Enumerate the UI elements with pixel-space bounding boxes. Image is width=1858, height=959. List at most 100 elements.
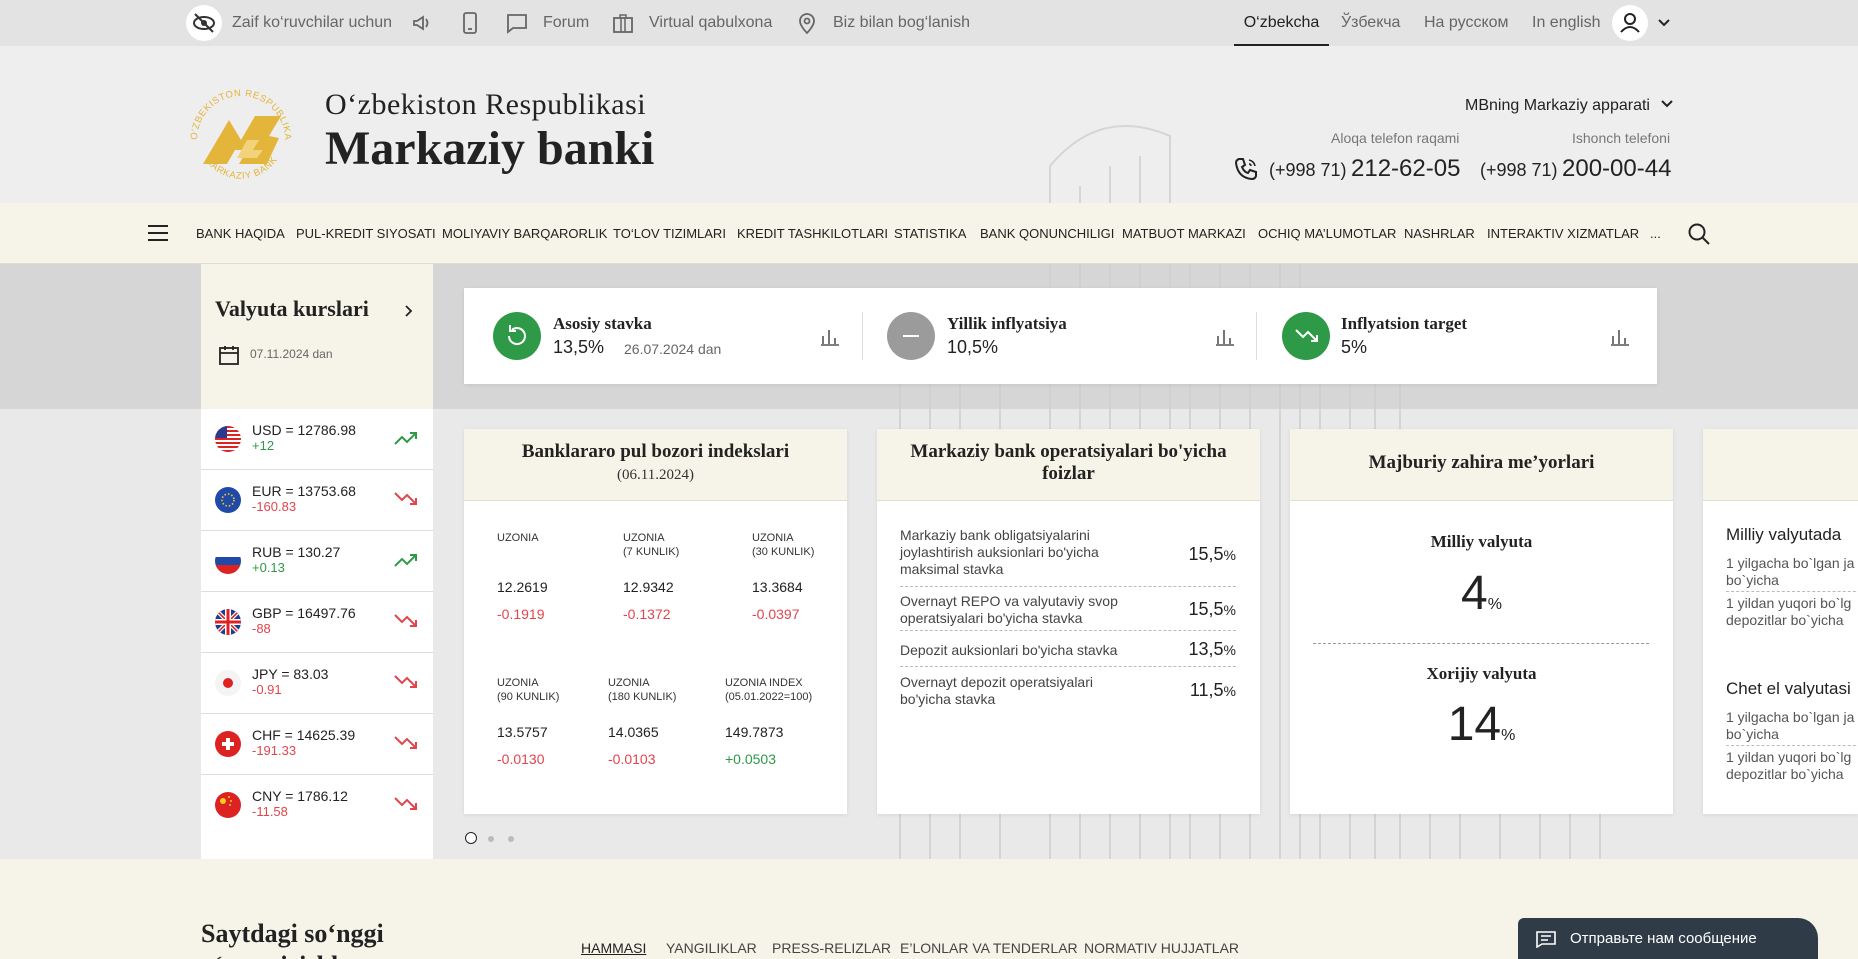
deposit-rates-card[interactable]: Milliy valyutada 1 yilgacha bo`lgan ja b… [1703, 429, 1858, 814]
nav-credit-institutions[interactable]: KREDIT TASHKILOTLARI [737, 203, 888, 264]
nav-publications[interactable]: NASHRLAR [1404, 203, 1475, 264]
chevron-down-icon[interactable] [1656, 15, 1672, 31]
reserve-card[interactable] [1290, 429, 1673, 814]
uzonia-cell-delta: -0.0130 [497, 751, 545, 767]
lang-uz-cyrillic[interactable]: Ўзбекча [1341, 0, 1400, 46]
rate-eur[interactable]: EUR = 13753.68 -160.83 [201, 470, 433, 531]
carousel-dot[interactable] [488, 836, 494, 842]
accessibility-link[interactable]: Zaif ko‘ruvchilar uchun [186, 0, 392, 46]
uzonia-cell-sublabel: (90 KUNLIK) [497, 691, 560, 703]
phone1-number: 212-62-05 [1351, 155, 1461, 182]
bar-chart-icon[interactable] [1610, 326, 1630, 346]
uzonia-cell-sublabel: (180 KUNLIK) [608, 691, 677, 703]
rate-rub[interactable]: RUB = 130.27 +0.13 [201, 531, 433, 592]
operations-row: Overnayt REPO va valyutaviy svop operats… [900, 590, 1236, 631]
partial-row-text: 1 yilgacha bo`lgan ja [1726, 555, 1855, 571]
trend-up-icon [394, 554, 417, 567]
trend-down-icon [394, 675, 417, 688]
mobile-button[interactable] [459, 0, 481, 46]
uzonia-cell-label: UZONIA [752, 532, 794, 544]
uzonia-cell-value: 12.2619 [497, 579, 548, 595]
location-pin-icon [799, 13, 815, 35]
phone1[interactable]: (+998 71) 212-62-05 [1269, 155, 1460, 183]
rate-label: JPY = 83.03 [252, 666, 329, 682]
lang-ru[interactable]: На русском [1424, 0, 1509, 46]
foreign-currency-label: Xorijiy valyuta [1426, 664, 1537, 683]
rate-delta: -160.83 [252, 499, 297, 514]
refresh-icon [493, 312, 541, 360]
flag-jp-icon [215, 670, 241, 696]
trend-down-icon [394, 614, 417, 627]
rate-cny[interactable]: CNY = 1786.12 -11.58 [201, 775, 433, 836]
bar-chart-icon[interactable] [1215, 326, 1235, 346]
key-rate-value: 13,5% [553, 337, 605, 357]
phone2[interactable]: (+998 71) 200-00-44 [1480, 155, 1671, 183]
uzonia-cell-label: UZONIA [608, 677, 650, 689]
chat-icon [507, 14, 527, 34]
nav-monetary-policy[interactable]: PUL-KREDIT SIYOSATI [296, 203, 436, 264]
rate-chf[interactable]: CHF = 14625.39 -191.33 [201, 714, 433, 775]
currency-rates-date: 07.11.2024 dan [250, 347, 333, 361]
accessibility-label: Zaif ko‘ruvchilar uchun [232, 14, 393, 31]
chat-widget[interactable]: Отправьте нам сообщение [1518, 918, 1818, 959]
phone1-label: Aloqa telefon raqami [1331, 130, 1460, 146]
carousel-dot[interactable] [508, 836, 514, 842]
tab-regulations[interactable]: NORMATIV HUJJATLAR [1084, 940, 1239, 956]
deposit-rates-card-header [1703, 429, 1858, 501]
nav-interactive-services[interactable]: INTERAKTIV XIZMATLAR [1487, 203, 1639, 264]
trend-up-icon [394, 432, 417, 445]
uzonia-cell-label: UZONIA [623, 532, 665, 544]
rate-gbp[interactable]: GBP = 16497.76 -88 [201, 592, 433, 653]
tab-all[interactable]: HAMMASI [581, 940, 646, 956]
apparatus-dropdown[interactable]: MBning Markaziy apparati [1465, 97, 1674, 115]
operations-row-text: Overnayt depozit operatsiyalari bo'yicha… [900, 674, 1093, 707]
currency-rates-header[interactable]: Valyuta kurslari 07.11.2024 dan [201, 264, 433, 409]
operations-row: Markaziy bank obligatsiyalarini joylasht… [900, 525, 1236, 587]
user-account-button[interactable] [1612, 5, 1648, 41]
rate-label: RUB = 130.27 [252, 544, 341, 560]
search-icon[interactable] [1687, 222, 1711, 246]
phone2-label: Ishonch telefoni [1572, 130, 1671, 146]
nav-press-center[interactable]: MATBUOT MARKAZI [1122, 203, 1246, 264]
tab-news[interactable]: YANGILIKLAR [666, 940, 757, 956]
nav-financial-stability[interactable]: MOLIYAVIY BARQARORLIK [442, 203, 607, 264]
rate-label: CNY = 1786.12 [252, 788, 348, 804]
uzonia-cell-value: 149.7873 [725, 724, 784, 740]
svg-text:O'ZBEKISTON RESPUBLIKASI: O'ZBEKISTON RESPUBLIKASI [183, 78, 293, 141]
flag-cn-icon [215, 792, 241, 818]
rate-usd[interactable]: USD = 12786.98 +12 [201, 409, 433, 470]
operations-row-value: 15,5% [1188, 544, 1237, 564]
nav-more[interactable]: ... [1650, 203, 1661, 264]
operations-row-text: Markaziy bank obligatsiyalarini joylasht… [900, 527, 1099, 577]
chevron-right-icon [405, 305, 413, 317]
target-value: 5% [1341, 337, 1368, 357]
virtual-reception-label: Virtual qabulxona [649, 14, 773, 31]
uzonia-cell-delta: -0.1372 [623, 606, 671, 622]
rate-jpy[interactable]: JPY = 83.03 -0.91 [201, 653, 433, 714]
lang-en[interactable]: In english [1532, 0, 1601, 46]
nav-open-data[interactable]: OCHIQ MA’LUMOTLAR [1258, 203, 1396, 264]
bar-chart-icon[interactable] [820, 326, 840, 346]
announcement-button[interactable] [411, 0, 435, 46]
national-currency-label: Milliy valyuta [1430, 532, 1533, 551]
lang-uz-latin[interactable]: O‘zbekcha [1234, 0, 1329, 46]
nav-bank-about[interactable]: BANK HAQIDA [196, 203, 285, 264]
nav-legislation[interactable]: BANK QONUNCHILIGI [980, 203, 1114, 264]
nav-statistics[interactable]: STATISTIKA [894, 203, 966, 264]
divider [862, 312, 863, 360]
bank-logo[interactable]: O'ZBEKISTON RESPUBLIKASI MARKAZIY BANKI [183, 78, 299, 194]
trend-down-icon [394, 797, 417, 810]
contact-link[interactable]: Biz bilan bog‘lanish [795, 0, 970, 46]
carousel-dot-active[interactable] [465, 832, 477, 844]
rate-label: USD = 12786.98 [252, 422, 356, 438]
partial-row-text: depozitlar bo`yicha [1726, 766, 1844, 782]
partial-row-text: bo`yicha [1726, 726, 1779, 742]
operations-row-value: 13,5% [1188, 639, 1237, 659]
tab-press-releases[interactable]: PRESS-RELIZLAR [772, 940, 891, 956]
forum-link[interactable]: Forum [505, 0, 589, 46]
tab-announcements[interactable]: E’LONLAR VA TENDERLAR [900, 940, 1078, 956]
hamburger-menu-icon[interactable] [147, 223, 169, 243]
nav-payment-systems[interactable]: TO‘LOV TIZIMLARI [613, 203, 726, 264]
virtual-reception-link[interactable]: Virtual qabulxona [611, 0, 772, 46]
uzonia-cell-sublabel: (05.01.2022=100) [725, 691, 813, 703]
